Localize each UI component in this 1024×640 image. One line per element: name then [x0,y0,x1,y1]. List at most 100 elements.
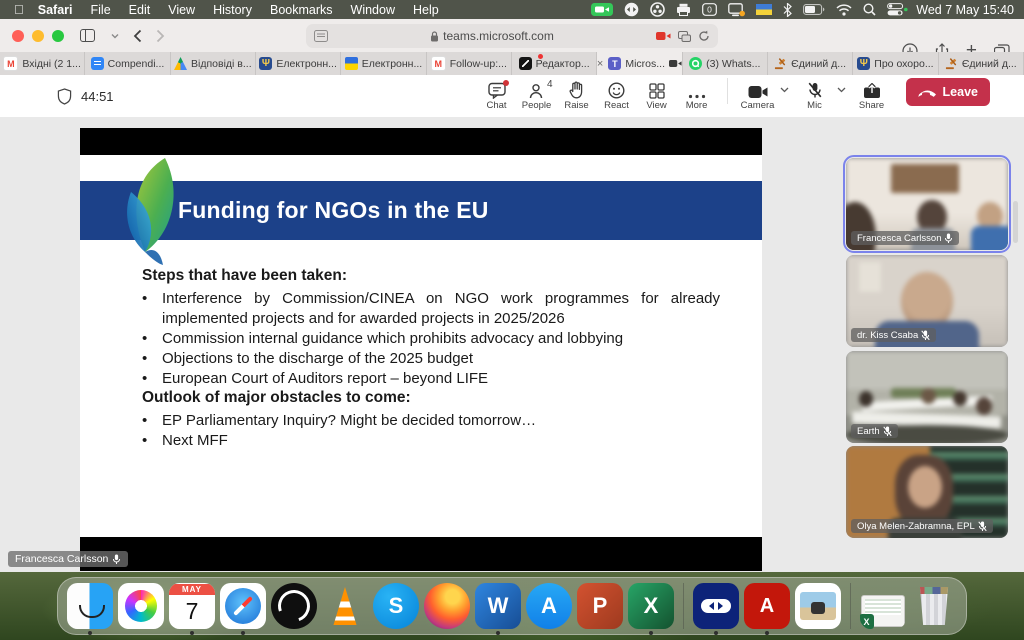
address-url[interactable]: teams.microsoft.com [443,29,554,43]
presentation-slide: Funding for NGOs in the EU [80,155,762,537]
camera-recording-icon[interactable] [656,31,671,41]
slide-bullet: •Objections to the discharge of the 2025… [142,349,720,369]
browser-tab-7[interactable]: ×TMicros... [597,52,682,75]
menu-app-name[interactable]: Safari [38,3,73,17]
display-mirroring-icon[interactable] [728,0,745,19]
dock-acrobat-icon[interactable]: A [744,583,790,629]
google-drive-icon [174,57,187,70]
participant-tile-0[interactable]: Francesca Carlsson [846,158,1008,250]
camera-button[interactable]: Camera [738,81,778,111]
react-button[interactable]: React [597,81,637,111]
leave-button[interactable]: Leave [906,78,990,106]
dock-word-icon[interactable]: W [475,583,521,629]
zoom-window-button[interactable] [52,30,64,42]
battery-icon[interactable] [803,0,825,19]
control-center-icon[interactable] [887,0,908,19]
address-bar[interactable]: teams.microsoft.com [306,24,718,48]
dock-safari-icon[interactable] [220,583,266,629]
dock-image-file-icon[interactable] [795,583,841,629]
dock-firefox-icon[interactable] [424,583,470,629]
participant-name-label: Francesca Carlsson [851,231,959,245]
dock-teamviewer-icon[interactable] [693,583,739,629]
bluetooth-icon[interactable] [783,0,792,19]
browser-tab-8[interactable]: (3) Whats... [683,52,768,75]
menu-item-bookmarks[interactable]: Bookmarks [270,3,333,17]
keystroke-counter-zero-icon[interactable]: 0 [702,0,717,19]
share-button[interactable]: Share [852,81,892,111]
menu-item-window[interactable]: Window [351,3,395,17]
sidebar-icon[interactable] [80,29,97,43]
dock-trash-icon[interactable] [911,583,957,629]
control-label: Raise [564,100,588,111]
presenter-mic-icon [112,554,121,565]
reader-page-icon[interactable] [314,30,328,42]
browser-tab-4[interactable]: Електронн... [341,52,426,75]
dock-powerpoint-icon[interactable]: P [577,583,623,629]
toolbar-divider [727,78,728,104]
lock-icon [430,31,439,42]
svg-text:0: 0 [707,5,712,15]
menu-item-help[interactable]: Help [413,3,439,17]
participant-name-label: Olya Melen-Zabramna, EPL [851,519,993,533]
dock-excel-window-icon[interactable]: X [860,583,906,629]
browser-tab-3[interactable]: ΨЕлектронн... [256,52,341,75]
dock-finder-icon[interactable] [67,583,113,629]
dock-skype-icon[interactable]: S [373,583,419,629]
screen-recording-active-icon[interactable] [591,0,613,19]
dock-app-store-icon[interactable]: A [526,583,572,629]
reload-icon[interactable] [698,30,710,42]
control-label: Chat [487,100,507,111]
browser-tab-1[interactable]: Compendi... [85,52,170,75]
tab-close-icon[interactable]: × [597,58,603,70]
dock-obs-icon[interactable] [271,583,317,629]
dock-excel-icon[interactable]: X [628,583,674,629]
teamviewer-status-icon[interactable] [624,0,639,19]
menu-clock[interactable]: Wed 7 May 15:40 [916,3,1014,17]
browser-tab-10[interactable]: ΨПро охоро... [853,52,938,75]
browser-tab-11[interactable]: Єдиний д... [939,52,1024,75]
menu-item-history[interactable]: History [213,3,252,17]
browser-tab-5[interactable]: MFollow-up:... [427,52,512,75]
close-window-button[interactable] [12,30,24,42]
mic-button[interactable]: Mic [795,81,835,111]
raise-button[interactable]: Raise [557,81,597,111]
tab-bar: MВхідні (2 1...Compendi...Відповіді в...… [0,52,1024,75]
dock-photos-icon[interactable] [118,583,164,629]
menu-item-edit[interactable]: Edit [129,3,151,17]
menu-item-file[interactable]: File [91,3,111,17]
tab-label: Micros... [625,58,665,70]
browser-tab-0[interactable]: MВхідні (2 1... [0,52,85,75]
participant-tile-1[interactable]: dr. Kiss Csaba [846,255,1008,347]
participant-tile-2[interactable]: Earth [846,351,1008,443]
browser-tab-9[interactable]: Єдиний д... [768,52,853,75]
dock-calendar-icon[interactable]: MAY7 [169,583,215,629]
sidebar-chevron-icon[interactable] [111,33,119,39]
apple-menu-icon[interactable]:  [14,0,24,19]
more-button[interactable]: More [677,81,717,111]
wifi-icon[interactable] [836,0,852,19]
participant-tile-3[interactable]: Olya Melen-Zabramna, EPL [846,446,1008,538]
tab-media-icon[interactable] [678,31,691,42]
gmail-icon: M [3,56,18,71]
forward-icon[interactable] [156,29,165,43]
ukraine-flag-icon[interactable] [756,0,772,19]
back-icon[interactable] [133,29,142,43]
chevron-down-icon[interactable] [837,87,846,93]
chevron-down-icon[interactable] [780,87,789,93]
control-label: People [522,100,552,111]
obs-status-icon[interactable] [650,0,665,19]
slide-body: Steps that have been taken:•Interference… [142,267,720,451]
participants-scrollbar[interactable] [1013,201,1018,243]
tab-label: Follow-up:... [450,58,507,70]
view-button[interactable]: View [637,81,677,111]
camera-on-icon [748,81,768,99]
minimize-window-button[interactable] [32,30,44,42]
people-button[interactable]: 4People [517,81,557,111]
menu-item-view[interactable]: View [168,3,195,17]
browser-tab-2[interactable]: Відповіді в... [171,52,256,75]
spotlight-search-icon[interactable] [863,0,876,19]
browser-tab-6[interactable]: Редактор... [512,52,597,75]
printer-status-icon[interactable] [676,0,691,19]
dock-vlc-icon[interactable] [322,583,368,629]
chat-button[interactable]: Chat [477,81,517,111]
